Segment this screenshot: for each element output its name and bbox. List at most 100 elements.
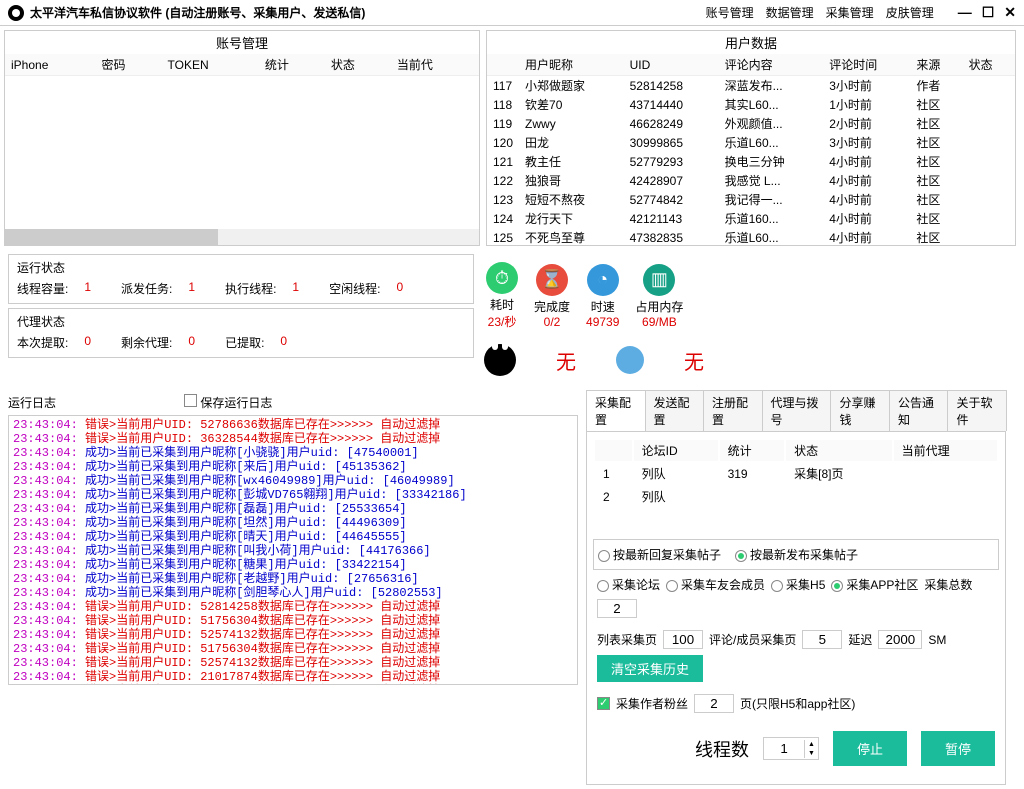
userdata-panel: 用户数据 用户昵称 UID 评论内容 评论时间 来源 状态 117小郑做题家52… xyxy=(486,30,1016,246)
tab-about[interactable]: 关于软件 xyxy=(947,390,1007,431)
tab-send-config[interactable]: 发送配置 xyxy=(645,390,705,431)
menu-data[interactable]: 数据管理 xyxy=(766,4,814,21)
col-proxy[interactable]: 当前代 xyxy=(391,54,479,76)
radio-h5[interactable] xyxy=(771,580,783,592)
fans-page-input[interactable] xyxy=(694,694,734,713)
list-page-input[interactable] xyxy=(663,630,703,649)
log-line: 23:43:04: 成功>当前已采集到用户昵称[磊磊]用户uid: [25533… xyxy=(13,502,573,516)
run-status-box: 运行状态 线程容量:1 派发任务:1 执行线程:1 空闲线程:0 xyxy=(8,254,474,304)
table-row[interactable]: 120田龙30999865乐道L60...3小时前社区 xyxy=(487,133,1015,152)
log-line: 23:43:04: 错误>当前用户UID: 52814258数据库已存在>>>>… xyxy=(13,600,573,614)
col-nick[interactable]: 用户昵称 xyxy=(519,54,624,76)
radio-club[interactable] xyxy=(666,580,678,592)
col-token[interactable]: TOKEN xyxy=(162,54,259,76)
radio-app[interactable] xyxy=(831,580,843,592)
col-state2[interactable]: 状态 xyxy=(963,54,1015,76)
tab-register-config[interactable]: 注册配置 xyxy=(703,390,763,431)
rabbit-status1: 无 xyxy=(556,346,576,375)
menu-skin[interactable]: 皮肤管理 xyxy=(886,4,934,21)
maximize-icon[interactable]: ☐ xyxy=(982,4,995,21)
spin-down-icon[interactable]: ▼ xyxy=(804,749,818,758)
tab-notice[interactable]: 公告通知 xyxy=(889,390,949,431)
table-row[interactable]: 117小郑做题家52814258深蓝发布...3小时前作者 xyxy=(487,76,1015,96)
log-line: 23:43:04: 成功>当前已采集到用户昵称[wx46049989]用户uid… xyxy=(13,474,573,488)
table-row[interactable]: 1列队319采集[8]页 xyxy=(595,463,997,484)
log-line: 23:43:04: 成功>当前已采集到用户昵称[剑胆琴心人]用户uid: [52… xyxy=(13,586,573,600)
log-line: 23:43:04: 错误>当前用户UID: 52574132数据库已存在>>>>… xyxy=(13,656,573,670)
log-line: 23:43:04: 错误>当前用户UID: 21017874数据库已存在>>>>… xyxy=(13,670,573,684)
moon-icon xyxy=(616,346,644,374)
log-line: 23:43:04: 错误>当前用户UID: 36328544数据库已存在>>>>… xyxy=(13,432,573,446)
table-row[interactable]: 119Zwwy46628249外观颜值...2小时前社区 xyxy=(487,114,1015,133)
table-row[interactable]: 125不死鸟至尊47382835乐道L60...4小时前社区 xyxy=(487,228,1015,245)
proxy-status-box: 代理状态 本次提取:0 剩余代理:0 已提取:0 xyxy=(8,308,474,358)
titlebar: 太平洋汽车私信协议软件 (自动注册账号、采集用户、发送私信) 账号管理 数据管理… xyxy=(0,0,1024,26)
table-row[interactable]: 122独狼哥42428907我感觉 L...4小时前社区 xyxy=(487,171,1015,190)
userdata-title: 用户数据 xyxy=(487,31,1015,54)
log-line: 23:43:04: 错误>当前用户UID: 51756304数据库已存在>>>>… xyxy=(13,642,573,656)
close-icon[interactable]: ✕ xyxy=(1004,4,1016,21)
log-line: 23:43:04: 错误>当前用户UID: 51756304数据库已存在>>>>… xyxy=(13,614,573,628)
total-input[interactable] xyxy=(597,599,637,618)
col-state[interactable]: 状态 xyxy=(325,54,391,76)
config-tabs: 采集配置 发送配置 注册配置 代理与拨号 分享赚钱 公告通知 关于软件 xyxy=(586,390,1006,432)
log-line: 23:43:04: 成功>当前已采集到用户昵称[晴天]用户uid: [44645… xyxy=(13,530,573,544)
thread-spinner[interactable]: ▲▼ xyxy=(763,737,819,760)
col-time[interactable]: 评论时间 xyxy=(823,54,910,76)
log-line: 23:43:04: 错误>当前用户UID: 52813245数据库已存在>>>>… xyxy=(13,684,573,685)
account-panel: 账号管理 iPhone 密码 TOKEN 统计 状态 当前代 xyxy=(4,30,480,246)
log-line: 23:43:04: 成功>当前已采集到用户昵称[叫我小荷]用户uid: [441… xyxy=(13,544,573,558)
table-row[interactable]: 118钦差7043714440其实L60...1小时前社区 xyxy=(487,95,1015,114)
log-line: 23:43:04: 成功>当前已采集到用户昵称[来后]用户uid: [45135… xyxy=(13,460,573,474)
thread-count-input[interactable] xyxy=(764,738,804,759)
delay-input[interactable] xyxy=(878,630,922,649)
table-row[interactable]: 121教主任52779293换电三分钟4小时前社区 xyxy=(487,152,1015,171)
userdata-table[interactable]: 用户昵称 UID 评论内容 评论时间 来源 状态 117小郑做题家5281425… xyxy=(487,54,1015,245)
hscrollbar[interactable] xyxy=(5,229,479,245)
col-stat[interactable]: 统计 xyxy=(259,54,325,76)
log-line: 23:43:04: 错误>当前用户UID: 52786636数据库已存在>>>>… xyxy=(13,418,573,432)
proxy-status-label: 代理状态 xyxy=(17,313,465,330)
log-line: 23:43:04: 成功>当前已采集到用户昵称[坦然]用户uid: [44496… xyxy=(13,516,573,530)
radio-by-post[interactable] xyxy=(735,550,747,562)
account-panel-title: 账号管理 xyxy=(5,31,479,54)
speed-icon: ◔ xyxy=(587,264,619,296)
col-uid[interactable]: UID xyxy=(624,54,719,76)
table-row[interactable]: 2列队 xyxy=(595,486,997,507)
log-panel: 运行日志 保存运行日志 23:43:04: 错误>当前用户UID: 527866… xyxy=(8,390,578,785)
col-iphone[interactable]: iPhone xyxy=(5,54,96,76)
clock-icon: ⏱ xyxy=(486,262,518,294)
account-table[interactable]: iPhone 密码 TOKEN 统计 状态 当前代 xyxy=(5,54,479,76)
col-content[interactable]: 评论内容 xyxy=(719,54,824,76)
minimize-icon[interactable]: — xyxy=(958,4,972,21)
log-body[interactable]: 23:43:04: 错误>当前用户UID: 52786636数据库已存在>>>>… xyxy=(8,415,578,685)
hourglass-icon: ⌛ xyxy=(536,264,568,296)
radio-by-reply[interactable] xyxy=(598,550,610,562)
forum-table[interactable]: 论坛ID统计状态当前代理 1列队319采集[8]页2列队 xyxy=(593,438,999,509)
radio-forum[interactable] xyxy=(597,580,609,592)
tab-share[interactable]: 分享赚钱 xyxy=(830,390,890,431)
stop-button[interactable]: 停止 xyxy=(833,731,907,766)
tab-proxy-dial[interactable]: 代理与拨号 xyxy=(762,390,832,431)
tab-collect-config[interactable]: 采集配置 xyxy=(586,390,646,431)
table-row[interactable]: 123短短不熬夜52774842我记得一...4小时前社区 xyxy=(487,190,1015,209)
rabbit-icon xyxy=(484,344,516,376)
comment-page-input[interactable] xyxy=(802,630,842,649)
fans-checkbox[interactable] xyxy=(597,697,610,710)
log-line: 23:43:04: 成功>当前已采集到用户昵称[小骁骁]用户uid: [4754… xyxy=(13,446,573,460)
spin-up-icon[interactable]: ▲ xyxy=(804,740,818,749)
app-title: 太平洋汽车私信协议软件 (自动注册账号、采集用户、发送私信) xyxy=(30,4,365,21)
menu-account[interactable]: 账号管理 xyxy=(706,4,754,21)
log-line: 23:43:04: 成功>当前已采集到用户昵称[彭城VD765翱翔]用户uid:… xyxy=(13,488,573,502)
log-label: 运行日志 xyxy=(8,394,56,411)
save-log-checkbox[interactable] xyxy=(184,394,197,407)
col-source[interactable]: 来源 xyxy=(910,54,962,76)
menu-collect[interactable]: 采集管理 xyxy=(826,4,874,21)
thread-count-label: 线程数 xyxy=(695,736,749,762)
table-row[interactable]: 124龙行天下42121143乐道160...4小时前社区 xyxy=(487,209,1015,228)
pause-button[interactable]: 暂停 xyxy=(921,731,995,766)
clear-history-button[interactable]: 清空采集历史 xyxy=(597,655,703,682)
rabbit-status2: 无 xyxy=(684,346,704,375)
col-pwd[interactable]: 密码 xyxy=(96,54,162,76)
log-line: 23:43:04: 成功>当前已采集到用户昵称[老越野]用户uid: [2765… xyxy=(13,572,573,586)
